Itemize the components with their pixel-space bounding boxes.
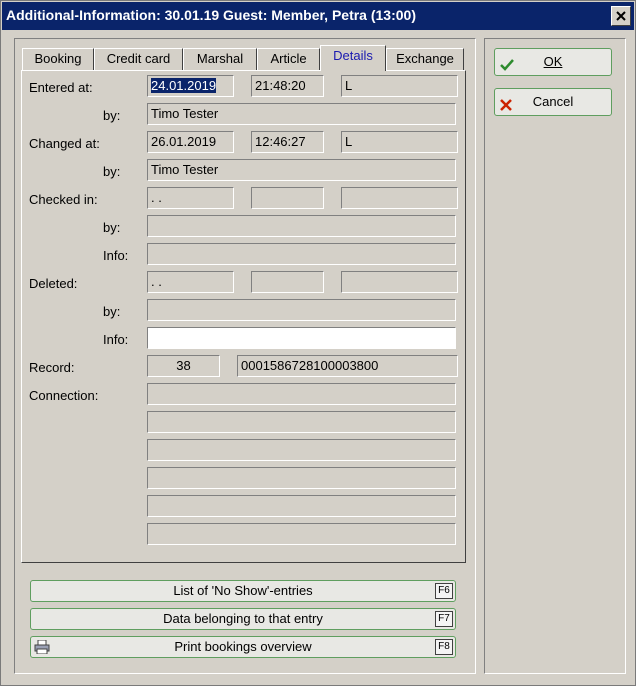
changed-at-label: Changed at: xyxy=(29,136,100,151)
printer-icon xyxy=(34,639,50,660)
changed-time-field[interactable]: 12:46:27 xyxy=(251,131,324,153)
close-button[interactable] xyxy=(611,6,631,26)
entered-by-field[interactable]: Timo Tester xyxy=(147,103,456,125)
entered-time-field[interactable]: 21:48:20 xyxy=(251,75,324,97)
deleted-label: Deleted: xyxy=(29,276,78,291)
f8-key-badge: F8 xyxy=(435,639,453,655)
tab-article[interactable]: Article xyxy=(257,48,320,70)
record-label: Record: xyxy=(29,360,75,375)
connection-field[interactable] xyxy=(147,439,456,461)
close-icon xyxy=(616,11,626,21)
changed-date-field[interactable]: 26.01.2019 xyxy=(147,131,234,153)
data-belonging-button[interactable]: Data belonging to that entry F7 xyxy=(30,608,456,630)
window-title: Additional-Information: 30.01.19 Guest: … xyxy=(6,7,416,23)
deleted-date-field[interactable]: . . xyxy=(147,271,234,293)
record-id-field[interactable]: 0001586728100003800 xyxy=(237,355,458,377)
checked-in-date-field[interactable]: . . xyxy=(147,187,234,209)
deleted-by-label: by: xyxy=(103,304,121,319)
changed-flag-field[interactable]: L xyxy=(341,131,458,153)
deleted-flag-field[interactable] xyxy=(341,271,458,293)
checked-in-info-field[interactable] xyxy=(147,243,456,265)
tab-booking[interactable]: Booking xyxy=(22,48,94,70)
no-show-list-label: List of 'No Show'-entries xyxy=(173,583,313,598)
title-bar[interactable]: Additional-Information: 30.01.19 Guest: … xyxy=(2,2,634,30)
connection-field[interactable] xyxy=(147,383,456,405)
connection-field[interactable] xyxy=(147,411,456,433)
tab-exchange[interactable]: Exchange xyxy=(386,48,464,70)
checked-in-by-field[interactable] xyxy=(147,215,456,237)
f7-key-badge: F7 xyxy=(435,611,453,627)
data-belonging-label: Data belonging to that entry xyxy=(163,611,323,626)
checked-in-time-field[interactable] xyxy=(251,187,324,209)
tab-marshal[interactable]: Marshal xyxy=(183,48,257,70)
cancel-x-icon xyxy=(499,95,513,121)
connection-label: Connection: xyxy=(29,388,99,403)
record-number-field[interactable]: 38 xyxy=(147,355,220,377)
entered-at-label: Entered at: xyxy=(29,80,93,95)
entered-date-field[interactable]: 24.01.2019 xyxy=(147,75,234,97)
checked-in-label: Checked in: xyxy=(29,192,98,207)
entered-by-label: by: xyxy=(103,108,121,123)
connection-field[interactable] xyxy=(147,495,456,517)
f6-key-badge: F6 xyxy=(435,583,453,599)
cancel-label: Cancel xyxy=(532,94,574,109)
checkmark-icon xyxy=(499,55,515,81)
connection-field[interactable] xyxy=(147,523,456,545)
print-overview-button[interactable]: Print bookings overview F8 xyxy=(30,636,456,658)
ok-button[interactable]: OK xyxy=(494,48,612,76)
deleted-time-field[interactable] xyxy=(251,271,324,293)
checked-in-info-label: Info: xyxy=(103,248,129,263)
checked-in-flag-field[interactable] xyxy=(341,187,458,209)
changed-by-label: by: xyxy=(103,164,121,179)
entered-date-value: 24.01.2019 xyxy=(151,78,217,93)
right-panel xyxy=(484,38,626,674)
print-overview-label: Print bookings overview xyxy=(174,639,312,654)
deleted-info-label: Info: xyxy=(103,332,129,347)
no-show-list-button[interactable]: List of 'No Show'-entries F6 xyxy=(30,580,456,602)
entered-flag-field[interactable]: L xyxy=(341,75,458,97)
checked-in-by-label: by: xyxy=(103,220,121,235)
cancel-button[interactable]: Cancel xyxy=(494,88,612,116)
deleted-info-field[interactable] xyxy=(147,327,456,349)
deleted-by-field[interactable] xyxy=(147,299,456,321)
changed-by-field[interactable]: Timo Tester xyxy=(147,159,456,181)
connection-field[interactable] xyxy=(147,467,456,489)
tab-credit-card[interactable]: Credit card xyxy=(94,48,183,70)
tab-details[interactable]: Details xyxy=(320,45,386,71)
ok-label: OK xyxy=(543,54,563,69)
